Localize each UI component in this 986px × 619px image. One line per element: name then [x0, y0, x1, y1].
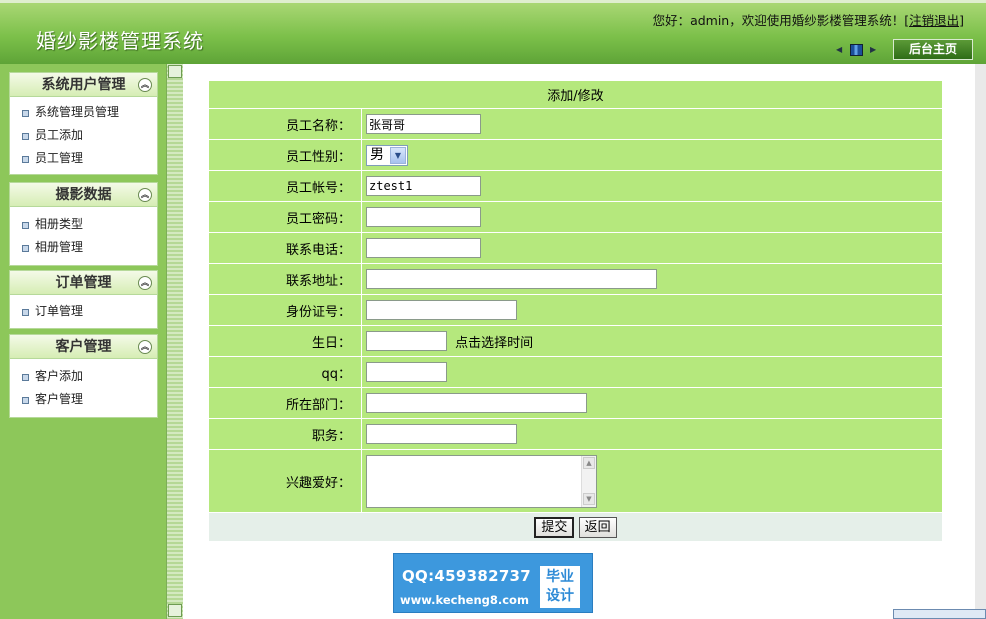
logout-link[interactable]: [注销退出] — [904, 13, 964, 28]
scroll-down-icon[interactable]: ▼ — [583, 492, 595, 505]
chevron-down-icon[interactable]: ▼ — [390, 146, 406, 164]
form-button-row: 提交 返回 — [208, 512, 943, 542]
splitter-top-button[interactable] — [168, 65, 182, 78]
sidebar-item-album-type[interactable]: 相册类型 — [10, 213, 157, 236]
collapse-icon[interactable]: ︽ — [138, 78, 152, 92]
sidebar: 系统用户管理 ︽ 系统管理员管理 员工添加 员工管理 摄影数据 ︽ 相册类型 相… — [0, 64, 166, 619]
top-header: 婚纱影楼管理系统 您好：admin，欢迎使用婚纱影楼管理系统！[注销退出] ◀ … — [0, 0, 986, 64]
content-scrollbar[interactable] — [968, 64, 986, 619]
splitter-bottom-button[interactable] — [168, 604, 182, 617]
watermark-url: www.kecheng8.com — [400, 593, 529, 607]
id-number-input[interactable] — [366, 300, 517, 320]
account-label: 员工帐号： — [208, 170, 362, 202]
collapse-icon[interactable]: ︽ — [138, 340, 152, 354]
menu-group-title[interactable]: 系统用户管理 ︽ — [10, 73, 157, 97]
watermark-qq: QQ:459382737 — [402, 567, 532, 585]
birthday-input[interactable] — [366, 331, 447, 351]
position-input[interactable] — [366, 424, 517, 444]
phone-input[interactable] — [366, 238, 481, 258]
account-input[interactable] — [366, 176, 481, 196]
sidebar-item-customer-add[interactable]: 客户添加 — [10, 365, 157, 388]
department-label: 所在部门： — [208, 387, 362, 419]
sidebar-item-customer-manage[interactable]: 客户管理 — [10, 388, 157, 411]
menu-group-photo-data: 摄影数据 ︽ 相册类型 相册管理 — [9, 182, 158, 266]
menu-group-title-text: 系统用户管理 — [41, 77, 126, 93]
menu-group-customers: 客户管理 ︽ 客户添加 客户管理 — [9, 334, 158, 418]
birthday-label: 生日： — [208, 325, 362, 357]
menu-group-orders: 订单管理 ︽ 订单管理 — [9, 270, 158, 329]
department-input[interactable] — [366, 393, 587, 413]
collapse-icon[interactable]: ︽ — [138, 188, 152, 202]
sidebar-item-album-manage[interactable]: 相册管理 — [10, 236, 157, 259]
id-number-label: 身份证号： — [208, 294, 362, 326]
form-caption: 添加/修改 — [208, 80, 943, 109]
menu-group-title[interactable]: 摄影数据 ︽ — [10, 183, 157, 207]
employee-form: 添加/修改 员工名称： 员工性别： 男 ▼ 员工帐号： 员工密码： 联系电话： — [208, 80, 943, 542]
qq-input[interactable] — [366, 362, 447, 382]
birthday-hint[interactable]: 点击选择时间 — [455, 336, 533, 351]
hobbies-label: 兴趣爱好： — [208, 449, 362, 513]
collapse-icon[interactable]: ︽ — [138, 276, 152, 290]
submit-button[interactable]: 提交 — [534, 516, 575, 538]
nav-prev-icon[interactable]: ◀ — [836, 45, 842, 54]
menu-group-title-text: 订单管理 — [55, 275, 112, 291]
address-label: 联系地址： — [208, 263, 362, 295]
name-label: 员工名称： — [208, 108, 362, 140]
sidebar-item-employee-add[interactable]: 员工添加 — [10, 124, 157, 147]
hobbies-textarea[interactable]: ▲ ▼ — [366, 454, 597, 508]
badge-line2: 设计 — [546, 588, 574, 604]
watermark-badge: 毕业 设计 — [540, 566, 580, 608]
nav-next-icon[interactable]: ▶ — [870, 45, 876, 54]
nav-arrows: ◀ ▶ — [836, 43, 880, 57]
menu-group-title[interactable]: 订单管理 ︽ — [10, 271, 157, 295]
watermark-banner: QQ:459382737 www.kecheng8.com 毕业 设计 — [393, 553, 593, 613]
position-label: 职务： — [208, 418, 362, 450]
welcome-text: 您好：admin，欢迎使用婚纱影楼管理系统！ — [652, 13, 905, 28]
password-label: 员工密码： — [208, 201, 362, 233]
gender-select[interactable]: 男 ▼ — [366, 144, 408, 166]
sidebar-splitter[interactable] — [166, 64, 183, 619]
ime-toolbar[interactable] — [893, 609, 986, 619]
book-icon — [850, 44, 863, 56]
gender-label: 员工性别： — [208, 139, 362, 171]
sidebar-item-employee-manage[interactable]: 员工管理 — [10, 147, 157, 170]
name-input[interactable] — [366, 114, 481, 134]
address-input[interactable] — [366, 269, 657, 289]
gender-value: 男 — [370, 146, 384, 163]
qq-label: qq： — [208, 356, 362, 388]
menu-group-title-text: 客户管理 — [55, 339, 112, 355]
scroll-up-icon[interactable]: ▲ — [583, 456, 595, 469]
home-button[interactable]: 后台主页 — [893, 39, 973, 60]
back-button[interactable]: 返回 — [578, 516, 617, 538]
badge-line1: 毕业 — [546, 569, 574, 585]
sidebar-item-admin-manage[interactable]: 系统管理员管理 — [10, 101, 157, 124]
textarea-scrollbar[interactable]: ▲ ▼ — [581, 455, 596, 507]
menu-group-system-users: 系统用户管理 ︽ 系统管理员管理 员工添加 员工管理 — [9, 72, 158, 175]
welcome-bar: 您好：admin，欢迎使用婚纱影楼管理系统！[注销退出] — [653, 10, 964, 29]
app-title: 婚纱影楼管理系统 — [36, 29, 204, 53]
menu-group-title[interactable]: 客户管理 ︽ — [10, 335, 157, 359]
password-input[interactable] — [366, 207, 481, 227]
sidebar-item-order-manage[interactable]: 订单管理 — [10, 300, 157, 323]
menu-group-title-text: 摄影数据 — [55, 187, 112, 203]
phone-label: 联系电话： — [208, 232, 362, 264]
